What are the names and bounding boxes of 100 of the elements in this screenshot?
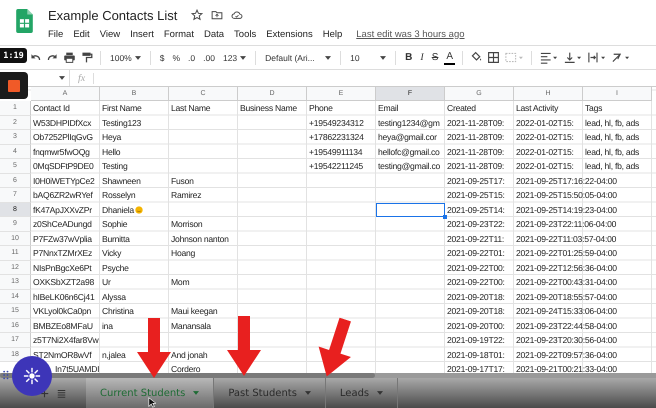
menu-item[interactable]: File: [48, 28, 64, 40]
table-cell-text: lead, hl, fb, ads: [584, 146, 640, 159]
table-cell-text: 2021-09-25T14:: [446, 204, 506, 217]
table-cell-text: testing@gmail.co: [377, 160, 442, 174]
folder-icon[interactable]: [211, 9, 224, 21]
table-cell-text: Shawneen: [101, 174, 142, 188]
borders-icon[interactable]: [487, 51, 500, 64]
star-icon[interactable]: [191, 9, 204, 21]
table-cell: Dhaniela: [100, 202, 169, 217]
table-cell-text: I0H0iWETYpCe2: [32, 174, 96, 188]
align-icon[interactable]: [539, 51, 560, 64]
table-cell-text: 2022-01-02T15:: [515, 116, 575, 130]
table-cell-text: Last Activity: [515, 102, 560, 116]
caret-icon: [380, 56, 386, 60]
table-cell-text: OXKSbXZT2a98: [32, 276, 96, 290]
table-cell-text: +19542211245: [308, 160, 364, 174]
table-cell-text: 2021-09-20T18:: [446, 290, 506, 304]
caret-icon: [59, 76, 65, 80]
menu-item[interactable]: Help: [322, 28, 342, 40]
table-cell-text: 2021-09-22T00:: [446, 262, 506, 275]
italic-button[interactable]: I: [418, 48, 426, 66]
table-cell-text: hIBeLK06n6Cj41: [32, 290, 96, 304]
selected-cell[interactable]: [376, 202, 445, 217]
table-cell-text: Psyche: [101, 262, 130, 275]
table-cell-text: VKLyol0kCa0pn: [32, 305, 92, 318]
number-format-dropdown[interactable]: 123: [220, 48, 248, 66]
table-cell-text: z0ShCeADungd: [32, 218, 93, 232]
sheet-tab[interactable]: Leads: [326, 378, 398, 408]
table-cell-text: Johnson nanton: [170, 232, 230, 246]
table-cell-text: Ob7252PlIqGvG: [32, 131, 94, 144]
table-cell-text: 2022-01-02T15:: [515, 131, 575, 144]
table-cell-text: 2021-09-25T15:: [446, 189, 506, 202]
table-cell-text: 2021-09-21T00:21:33-04:00: [515, 363, 618, 373]
table-cell-text: Email: [377, 102, 400, 116]
increase-decimals-button[interactable]: .00: [201, 48, 217, 66]
table-cell-text: Heya: [101, 131, 122, 144]
table-cell-text: Hello: [101, 146, 122, 159]
menu-item[interactable]: Insert: [130, 28, 154, 40]
percent-button[interactable]: %: [170, 48, 182, 66]
table-cell-text: Cordero: [170, 363, 202, 373]
table-cell-text: Phone: [308, 102, 334, 116]
stop-recording-button[interactable]: [0, 72, 28, 99]
menu-item[interactable]: Extensions: [266, 28, 313, 40]
table-cell-text: 0MqSDFtP9DE0: [32, 160, 95, 174]
bold-button[interactable]: B: [403, 48, 414, 66]
table-cell-text: 2021-09-22T01:: [446, 247, 506, 260]
add-sheet-icon[interactable]: [40, 388, 49, 398]
table-cell-text: Burnitta: [101, 232, 131, 246]
vertical-align-icon[interactable]: [563, 51, 584, 64]
table-cell-text: 2021-09-22T11:: [446, 232, 506, 246]
table-cell-text: 2021-09-20T00:: [446, 320, 506, 333]
font-dropdown[interactable]: Default (Ari...: [263, 48, 334, 66]
dots-grid-icon[interactable]: [3, 370, 9, 380]
sun-icon: [23, 367, 41, 385]
table-cell-text: Alyssa: [101, 290, 127, 304]
print-icon[interactable]: [63, 51, 76, 64]
menu-item[interactable]: Data: [204, 28, 224, 40]
mouse-cursor-icon: [148, 397, 156, 408]
text-wrap-icon[interactable]: [587, 51, 608, 64]
all-sheets-icon[interactable]: [57, 388, 66, 398]
table-cell-text: P7NnxTZMrXEz: [32, 247, 94, 260]
table-cell-text: n,jalea: [101, 348, 127, 362]
sheet-tab[interactable]: Past Students: [214, 378, 326, 408]
table-cell-text: Tags: [584, 102, 604, 116]
caret-icon: [193, 391, 200, 395]
table-cell-text: Vicky: [101, 247, 122, 260]
pointer-arrow: [136, 318, 172, 378]
decrease-decimals-button[interactable]: .0: [186, 48, 198, 66]
cloud-icon[interactable]: [231, 9, 244, 21]
table-cell-text: Ur: [101, 276, 112, 290]
table-cell-text: First Name: [101, 102, 143, 116]
table-cell-text: P7FZw37wVplia: [32, 232, 93, 246]
table-cell-text: In7t5UAMDI: [54, 363, 100, 373]
last-edit-link[interactable]: Last edit was 3 hours ago: [356, 28, 465, 40]
table-cell-text: W53DHPIDfXcx: [32, 116, 92, 130]
table-cell-text: Maui keegan: [170, 305, 218, 318]
table-cell-text: Mom: [170, 276, 190, 290]
strikethrough-button[interactable]: S: [430, 48, 440, 66]
document-title[interactable]: Example Contacts List: [48, 8, 178, 22]
table-cell-text: 2021-09-19T22:: [446, 334, 506, 348]
fx-label: fx: [70, 72, 94, 84]
table-cell-text: Morrison: [170, 218, 204, 232]
table-cell-text: +17862231324: [308, 131, 365, 144]
text-color-button[interactable]: A: [444, 50, 456, 64]
table-cell-text: 2021-09-23T22:: [446, 218, 506, 232]
font-size-dropdown[interactable]: 10: [348, 48, 388, 66]
text-rotate-icon[interactable]: [611, 51, 632, 64]
menu-item[interactable]: Edit: [73, 28, 90, 40]
table-cell-text: 2021-09-25T14:19:23-04:00: [515, 204, 618, 217]
menu-item[interactable]: Tools: [234, 28, 256, 40]
zoom-dropdown[interactable]: 100%: [108, 48, 143, 66]
table-cell-text: Fuson: [170, 174, 195, 188]
currency-button[interactable]: $: [158, 48, 166, 66]
menu-item[interactable]: View: [100, 28, 120, 40]
table-cell-text: 2021-09-24T15:33:06-04:00: [515, 305, 618, 318]
table-cell-text: Testing123: [101, 116, 142, 130]
paint-format-icon[interactable]: [80, 51, 93, 64]
sheets-logo-icon[interactable]: [16, 9, 33, 33]
table-cell-text: NIsPnBgcXe6Pt: [32, 262, 93, 275]
menu-item[interactable]: Format: [164, 28, 194, 40]
